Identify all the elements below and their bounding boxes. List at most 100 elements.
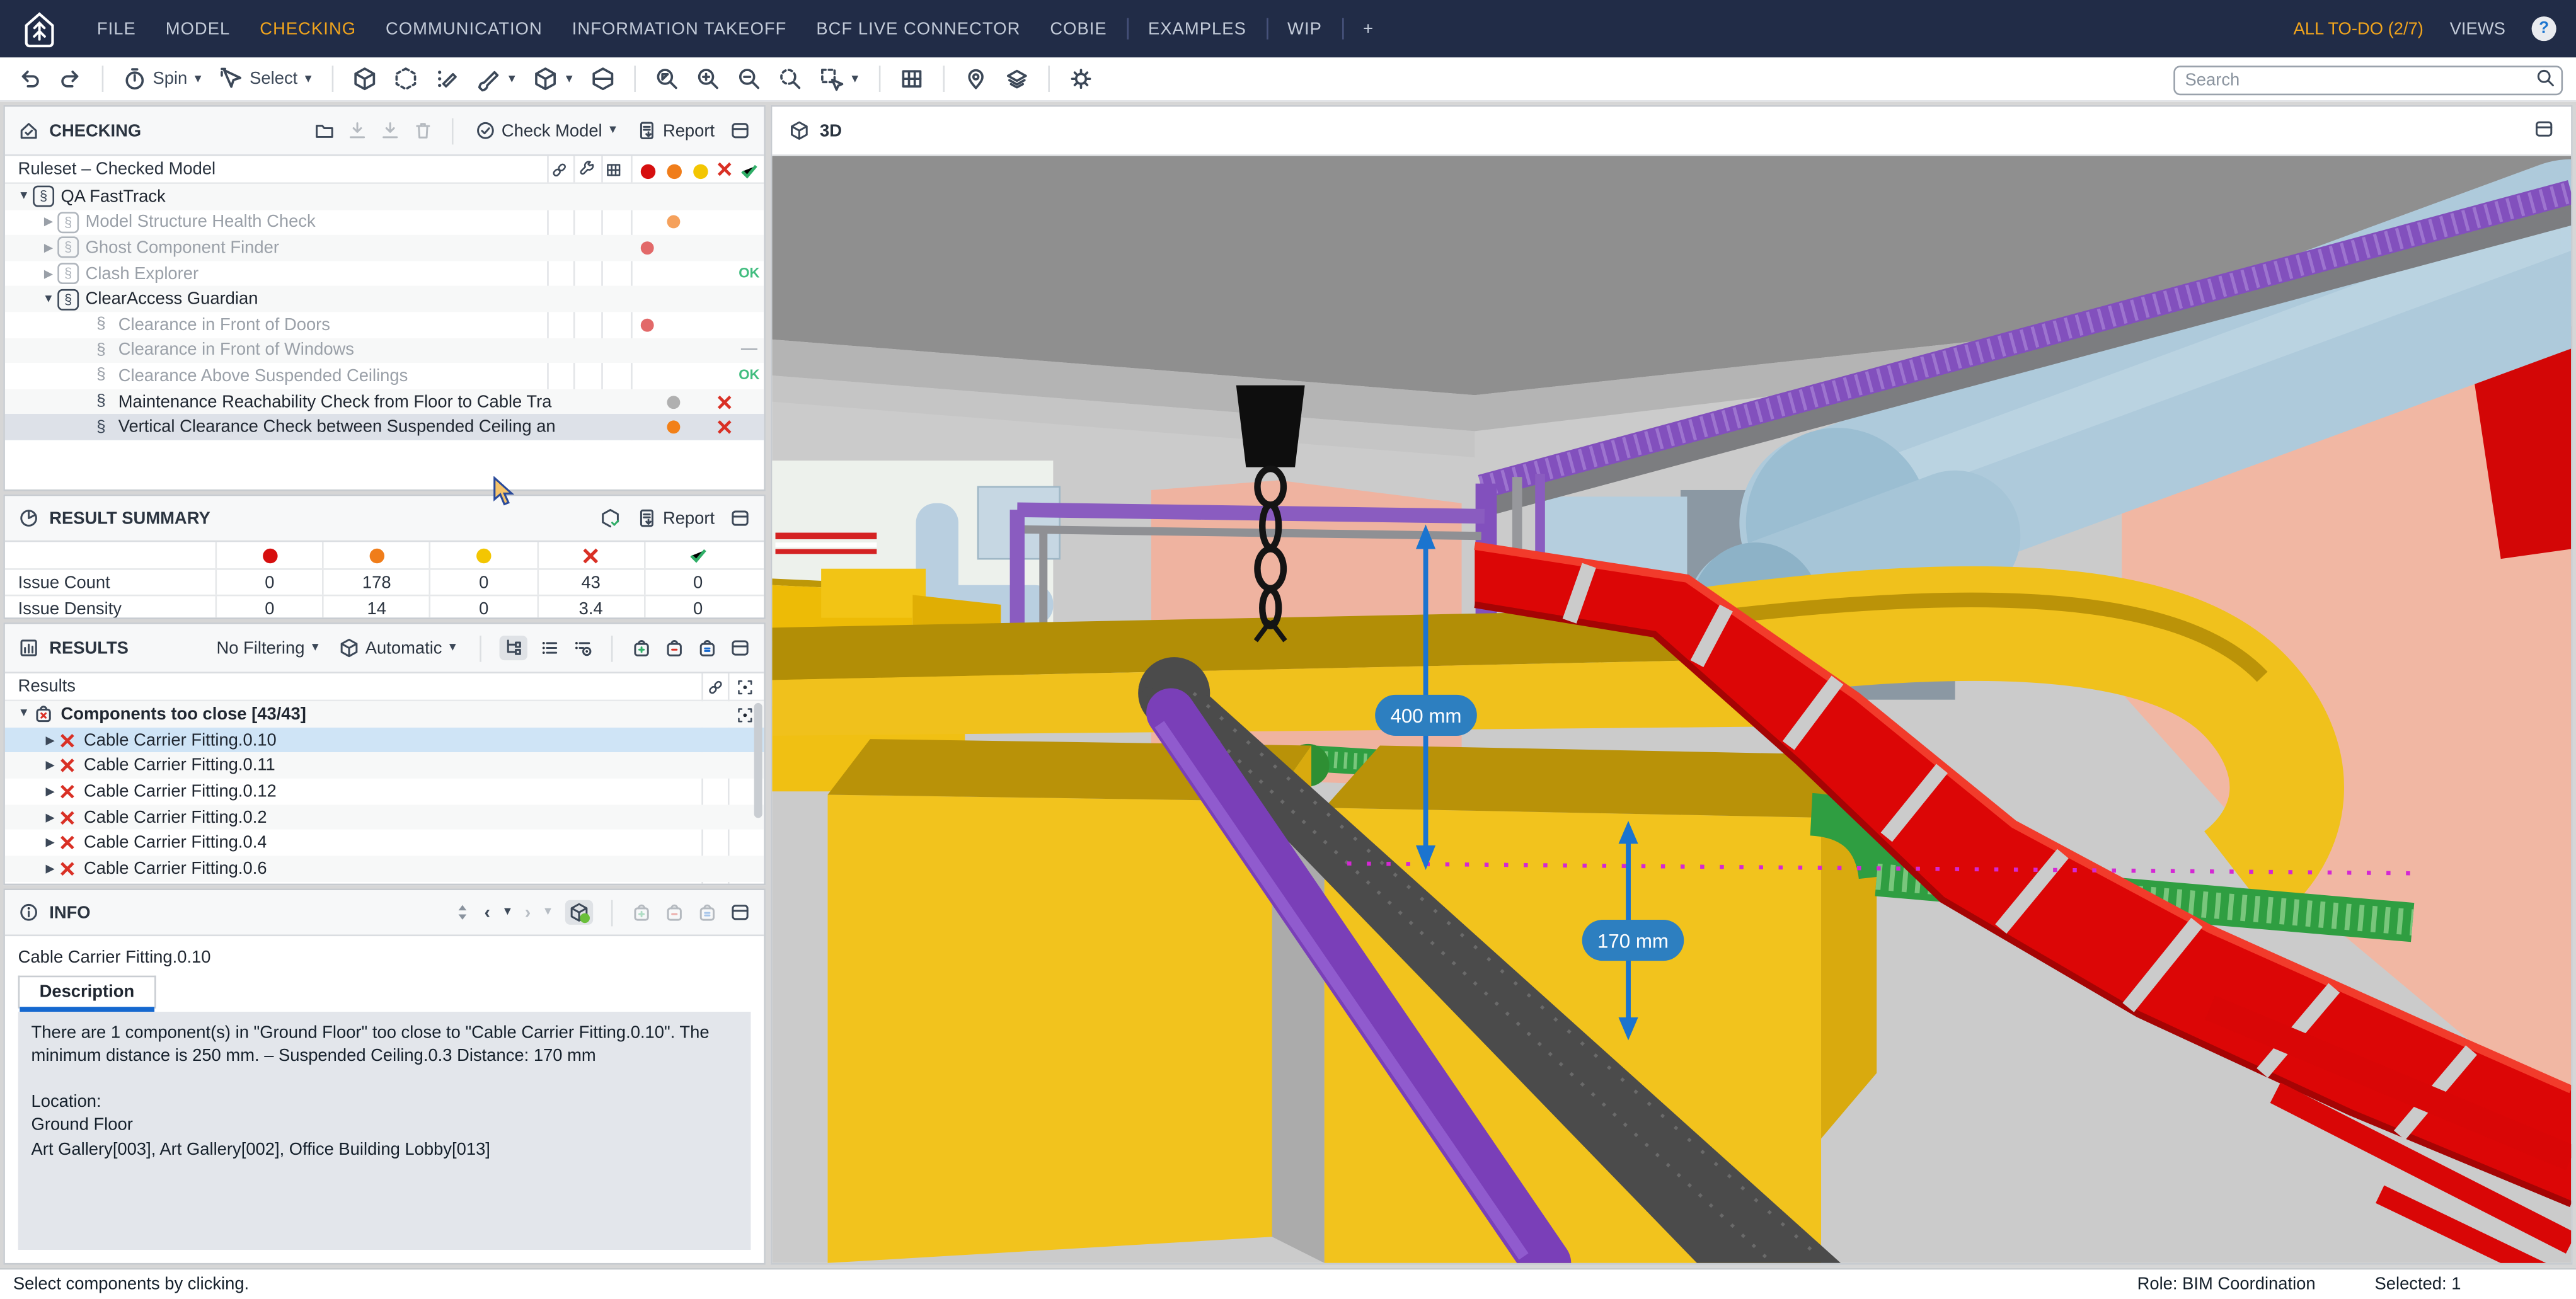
result-row[interactable]: ▶ Cable Carrier Fitting.0.4 (5, 830, 764, 856)
cube-check-icon[interactable] (601, 508, 622, 529)
measurement-badge-400[interactable]: 400 mm (1375, 695, 1477, 736)
3d-settings-button[interactable] (1064, 64, 1097, 94)
show-in-3d-button[interactable] (565, 900, 593, 925)
expander-icon[interactable]: ▶ (41, 837, 59, 850)
list-view-button[interactable] (539, 638, 560, 659)
result-row[interactable]: ▶ Cable Carrier Fitting.0.11 (5, 753, 764, 779)
accept-issue-button[interactable] (631, 901, 652, 923)
3d-viewport[interactable]: 400 mm 170 mm (772, 156, 2571, 1263)
reject-issue-button[interactable] (664, 901, 685, 923)
rule-row[interactable]: ▶§ Clash ExplorerOK (5, 261, 764, 287)
storeys-button[interactable] (1000, 64, 1033, 94)
window-layout-icon[interactable] (730, 638, 751, 659)
menu-bcf-live-connector[interactable]: BCF LIVE CONNECTOR (802, 19, 1035, 38)
window-layout-icon[interactable] (2533, 117, 2555, 139)
expander-icon[interactable]: ▶ (41, 759, 59, 772)
menu-communication[interactable]: COMMUNICATION (371, 19, 558, 38)
help-button[interactable]: ? (2532, 16, 2556, 41)
list-settings-button[interactable] (572, 638, 593, 659)
show-all-button[interactable] (348, 64, 381, 94)
menu-add-tab[interactable]: + (1348, 19, 1389, 38)
transparency-button[interactable] (430, 64, 463, 94)
rule-row[interactable]: ▼§ QA FastTrack (5, 184, 764, 210)
role-indicator[interactable]: Role: BIM Coordination (2137, 1274, 2316, 1294)
rule-row[interactable]: ▼§ ClearAccess Guardian (5, 287, 764, 312)
import-icon[interactable] (347, 120, 369, 141)
filtering-dropdown[interactable]: No Filtering▼ (213, 636, 324, 659)
result-row[interactable]: ▶ Cable Carrier Fitting.0.12 (5, 779, 764, 804)
expander-icon[interactable]: ▼ (14, 709, 33, 720)
pick-walkthrough-button[interactable]: ▼ (815, 64, 864, 94)
zoom-in-button[interactable] (691, 64, 724, 94)
new-ruleset-icon[interactable] (314, 120, 336, 141)
window-layout-icon[interactable] (730, 508, 751, 529)
views-menu[interactable]: VIEWS (2450, 19, 2505, 38)
rule-row[interactable]: § Clearance in Front of Doors (5, 312, 764, 338)
menu-examples[interactable]: EXAMPLES (1133, 19, 1261, 38)
window-layout-icon[interactable] (730, 901, 751, 923)
summary-report-button[interactable]: Report (633, 506, 718, 530)
rule-row[interactable]: § Clearance in Front of Windows— (5, 338, 764, 363)
tree-view-button[interactable] (500, 636, 527, 660)
result-row-selected[interactable]: ▶ Cable Carrier Fitting.0.10 (5, 727, 764, 753)
sectioning-box-button[interactable]: ▼ (529, 64, 578, 94)
report-issue-button[interactable] (696, 638, 718, 659)
window-layout-icon[interactable] (730, 120, 751, 141)
checking-report-button[interactable]: Report (633, 118, 718, 143)
result-group-row[interactable]: ▼ Components too close [43/43] (5, 701, 764, 727)
rule-row-selected[interactable]: § Vertical Clearance Check between Suspe… (5, 415, 764, 440)
zoom-out-button[interactable] (733, 64, 766, 94)
spin-tool-button[interactable]: Spin▼ (118, 64, 207, 94)
previous-issue-button[interactable]: ‹ (485, 903, 491, 922)
expander-icon[interactable]: ▶ (40, 216, 58, 229)
reject-issue-button[interactable] (664, 638, 685, 659)
results-scrollbar[interactable] (754, 703, 762, 818)
export-icon[interactable] (380, 120, 401, 141)
result-row[interactable]: ▶ Cable Carrier Fitting.0.6 (5, 856, 764, 882)
expander-icon[interactable]: ▶ (40, 241, 58, 255)
color-components-button[interactable]: ▼ (471, 64, 520, 94)
expander-icon[interactable]: ▶ (40, 267, 58, 280)
floor-plan-button[interactable] (895, 64, 928, 94)
sort-icon[interactable] (451, 901, 473, 923)
expander-icon[interactable]: ▼ (14, 191, 33, 202)
ruleset-column-header[interactable]: Ruleset – Checked Model (5, 156, 764, 184)
expander-icon[interactable]: ▼ (40, 294, 58, 305)
hide-component-button[interactable] (389, 64, 422, 94)
section-plane-button[interactable] (587, 64, 619, 94)
check-model-button[interactable]: Check Model▼ (472, 118, 622, 143)
locate-button[interactable] (959, 64, 992, 94)
rule-row[interactable]: ▶§ Model Structure Health Check (5, 210, 764, 236)
all-todo-counter[interactable]: ALL TO-DO (2/7) (2294, 19, 2424, 38)
chevron-down-icon[interactable]: ▼ (543, 907, 554, 918)
menu-wip[interactable]: WIP (1273, 19, 1337, 38)
search-input[interactable] (2173, 65, 2563, 94)
description-tab[interactable]: Description (18, 976, 156, 1009)
expander-icon[interactable]: ▶ (41, 862, 59, 876)
accept-issue-button[interactable] (631, 638, 652, 659)
menu-file[interactable]: FILE (82, 19, 151, 38)
redo-button[interactable] (54, 64, 87, 94)
zoom-extents-button[interactable] (650, 64, 683, 94)
app-logo-icon[interactable] (20, 9, 59, 49)
menu-model[interactable]: MODEL (151, 19, 245, 38)
select-tool-button[interactable]: Select▼ (215, 64, 317, 94)
focus-icon[interactable] (736, 706, 754, 724)
visualization-dropdown[interactable]: Automatic▼ (336, 636, 462, 660)
rule-row[interactable]: § Maintenance Reachability Check from Fl… (5, 389, 764, 415)
zoom-selection-button[interactable] (774, 64, 807, 94)
rule-row[interactable]: ▶§ Ghost Component Finder (5, 235, 764, 261)
menu-checking[interactable]: CHECKING (245, 19, 371, 38)
chevron-down-icon[interactable]: ▼ (502, 907, 513, 918)
next-issue-button[interactable]: › (525, 903, 531, 922)
expander-icon[interactable]: ▶ (41, 733, 59, 747)
undo-button[interactable] (13, 64, 46, 94)
expander-icon[interactable]: ▶ (41, 785, 59, 798)
rule-row[interactable]: § Clearance Above Suspended CeilingsOK (5, 363, 764, 389)
menu-cobie[interactable]: COBIE (1035, 19, 1122, 38)
menu-information-takeoff[interactable]: INFORMATION TAKEOFF (557, 19, 802, 38)
results-column-header[interactable]: Results (5, 673, 764, 701)
delete-icon[interactable] (413, 120, 434, 141)
report-issue-button[interactable] (696, 901, 718, 923)
expander-icon[interactable]: ▶ (41, 811, 59, 824)
